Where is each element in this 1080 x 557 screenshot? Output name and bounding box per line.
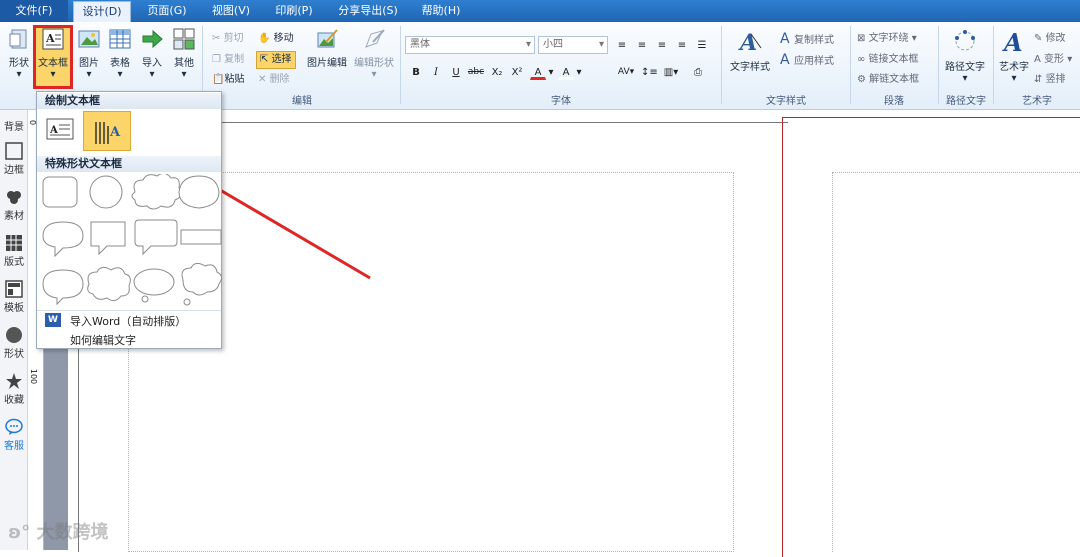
horizontal-textbox-icon: A <box>46 118 74 140</box>
watermark-text: 大数跨境 <box>36 522 109 543</box>
word-icon: W <box>45 313 61 327</box>
rounded-callout-shape[interactable] <box>134 219 178 256</box>
cloud-shape[interactable] <box>131 174 182 210</box>
thought-dot-shape <box>183 298 191 306</box>
thought-dot-shape <box>141 295 149 303</box>
heart-shape[interactable] <box>178 175 220 209</box>
how-to-edit-text-item[interactable]: 如何编辑文字 <box>70 332 136 348</box>
watermark-logo-icon: ʚ° <box>8 522 31 543</box>
thought-oval-shape[interactable] <box>133 268 175 296</box>
horizontal-textbox-option[interactable]: A <box>45 116 75 142</box>
rounded-rect-shape[interactable] <box>42 176 78 208</box>
banner-shape[interactable] <box>180 229 222 245</box>
special-textbox-header: 特殊形状文本框 <box>37 156 221 172</box>
draw-textbox-header: 绘制文本框 <box>37 93 221 109</box>
textbox-dropdown-menu: 绘制文本框 A A 特殊形状文本框 W 导入Word（自动排版） 如何编辑文字 <box>36 91 223 349</box>
import-word-item[interactable]: 导入Word（自动排版） <box>70 313 186 329</box>
svg-text:A: A <box>109 125 121 140</box>
speech-oval-shape[interactable] <box>42 269 84 306</box>
vertical-textbox-option[interactable]: A <box>83 111 131 151</box>
rect-callout-shape[interactable] <box>90 221 126 256</box>
watermark: ʚ° 大数跨境 <box>8 518 108 544</box>
circle-shape[interactable] <box>89 175 123 209</box>
cloud-burst-shape[interactable] <box>87 266 131 302</box>
svg-text:A: A <box>49 125 58 136</box>
special-shapes-grid <box>42 174 223 306</box>
oval-callout-shape[interactable] <box>42 221 84 258</box>
thought-cloud-shape[interactable] <box>181 262 223 296</box>
menu-divider <box>37 310 221 311</box>
vertical-textbox-icon: A <box>95 122 121 144</box>
